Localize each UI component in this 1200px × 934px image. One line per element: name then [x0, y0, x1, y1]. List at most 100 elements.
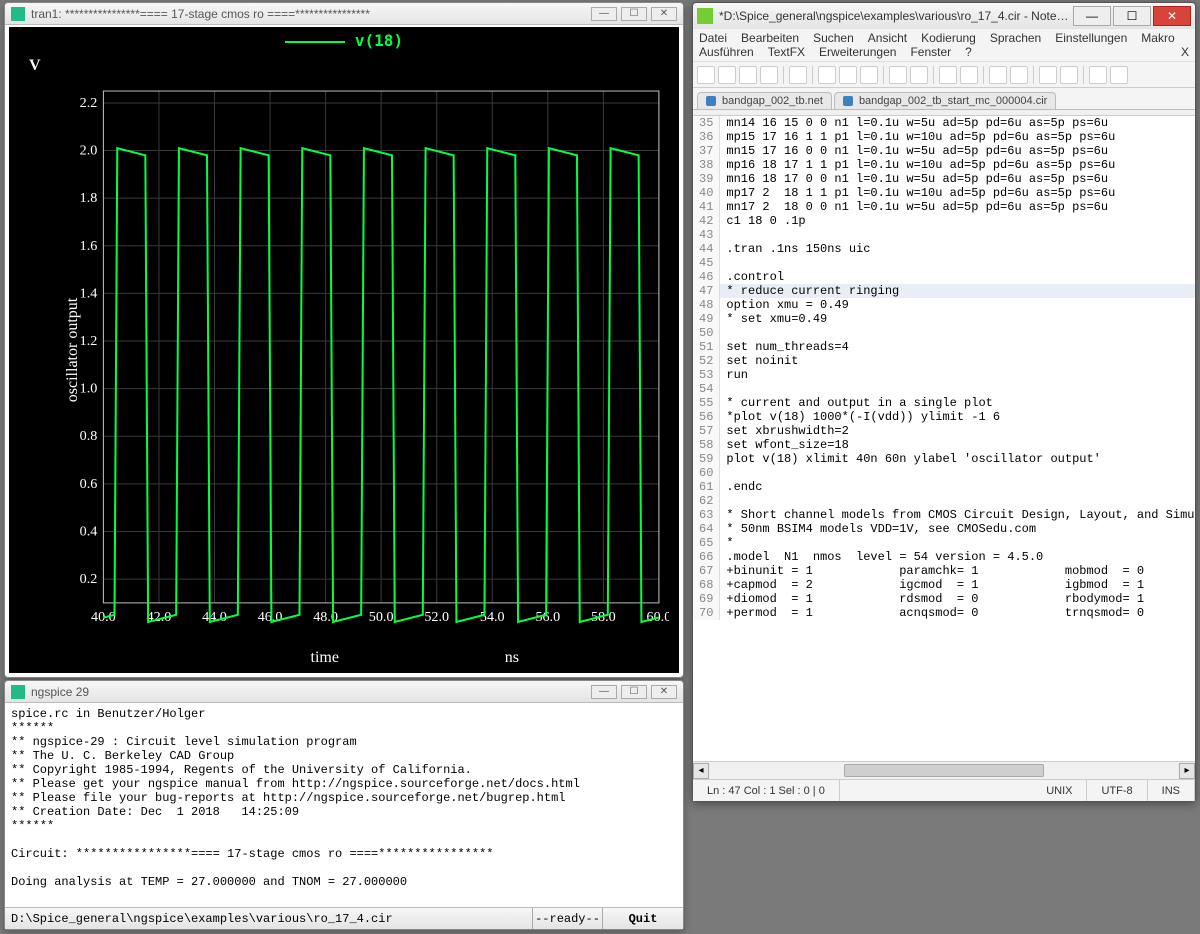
menu-ansicht[interactable]: Ansicht — [868, 31, 907, 45]
print-icon[interactable] — [789, 66, 807, 84]
code-line[interactable]: plot v(18) xlimit 40n 60n ylabel 'oscill… — [720, 452, 1195, 466]
code-line[interactable] — [720, 256, 1195, 270]
code-line[interactable]: +capmod = 2 igcmod = 1 igbmod = 1 — [720, 578, 1195, 592]
menu-einstellungen[interactable]: Einstellungen — [1055, 31, 1127, 45]
close-button[interactable]: ✕ — [1153, 6, 1191, 26]
console-titlebar[interactable]: ngspice 29 — ☐ ✕ — [5, 681, 683, 703]
save-all-icon[interactable] — [760, 66, 778, 84]
code-line[interactable] — [720, 326, 1195, 340]
svg-text:52.0: 52.0 — [424, 609, 449, 625]
plot-x-label: time — [311, 649, 339, 667]
code-line[interactable] — [720, 382, 1195, 396]
code-line[interactable]: * current and output in a single plot — [720, 396, 1195, 410]
close-button[interactable]: ✕ — [651, 685, 677, 699]
npp-titlebar[interactable]: *D:\Spice_general\ngspice\examples\vario… — [693, 3, 1195, 29]
minimize-button[interactable]: — — [591, 685, 617, 699]
plot-titlebar[interactable]: tran1: ****************==== 17-stage cmo… — [5, 3, 683, 25]
code-line[interactable]: .control — [720, 270, 1195, 284]
menu-datei[interactable]: Datei — [699, 31, 727, 45]
code-line[interactable]: mp17 2 18 1 1 p1 l=0.1u w=10u ad=5p pd=6… — [720, 186, 1195, 200]
minimize-button[interactable]: — — [1073, 6, 1111, 26]
code-line[interactable]: mp16 18 17 1 1 p1 l=0.1u w=10u ad=5p pd=… — [720, 158, 1195, 172]
menu-bearbeiten[interactable]: Bearbeiten — [741, 31, 799, 45]
line-number: 38 — [693, 158, 720, 172]
macro-record-icon[interactable] — [1089, 66, 1107, 84]
line-number: 65 — [693, 536, 720, 550]
line-number: 41 — [693, 200, 720, 214]
zoom-out-icon[interactable] — [1010, 66, 1028, 84]
code-line[interactable]: mn14 16 15 0 0 n1 l=0.1u w=5u ad=5p pd=6… — [720, 116, 1195, 130]
show-all-icon[interactable] — [1060, 66, 1078, 84]
console-output[interactable]: spice.rc in Benutzer/Holger ****** ** ng… — [5, 703, 683, 907]
code-line[interactable]: +binunit = 1 paramchk= 1 mobmod = 0 — [720, 564, 1195, 578]
tab-bandgap_002_tb.net[interactable]: bandgap_002_tb.net — [697, 92, 832, 109]
replace-icon[interactable] — [960, 66, 978, 84]
code-line[interactable] — [720, 466, 1195, 480]
menu-ausführen[interactable]: Ausführen — [699, 45, 754, 59]
line-number: 63 — [693, 508, 720, 522]
code-line[interactable]: .tran .1ns 150ns uic — [720, 242, 1195, 256]
code-line[interactable]: * Short channel models from CMOS Circuit… — [720, 508, 1195, 522]
code-line[interactable]: set num_threads=4 — [720, 340, 1195, 354]
copy-icon[interactable] — [839, 66, 857, 84]
save-icon[interactable] — [739, 66, 757, 84]
menu-suchen[interactable]: Suchen — [813, 31, 854, 45]
menu-fenster[interactable]: Fenster — [910, 45, 951, 59]
code-line[interactable]: mn16 18 17 0 0 n1 l=0.1u w=5u ad=5p pd=6… — [720, 172, 1195, 186]
line-number: 46 — [693, 270, 720, 284]
code-line[interactable]: option xmu = 0.49 — [720, 298, 1195, 312]
open-file-icon[interactable] — [718, 66, 736, 84]
code-line[interactable]: .model N1 nmos level = 54 version = 4.5.… — [720, 550, 1195, 564]
menu-?[interactable]: ? — [965, 45, 972, 59]
redo-icon[interactable] — [910, 66, 928, 84]
line-number: 45 — [693, 256, 720, 270]
code-line[interactable]: * reduce current ringing — [720, 284, 1195, 298]
svg-text:0.8: 0.8 — [80, 428, 98, 444]
code-line[interactable]: .endc — [720, 480, 1195, 494]
quit-button[interactable]: Quit — [603, 908, 683, 929]
maximize-button[interactable]: ☐ — [621, 685, 647, 699]
menu-kodierung[interactable]: Kodierung — [921, 31, 976, 45]
code-line[interactable] — [720, 228, 1195, 242]
tab-bandgap_002_tb_start_mc_000004.cir[interactable]: bandgap_002_tb_start_mc_000004.cir — [834, 92, 1056, 109]
code-line[interactable]: * 50nm BSIM4 models VDD=1V, see CMOSedu.… — [720, 522, 1195, 536]
paste-icon[interactable] — [860, 66, 878, 84]
menu-close-doc[interactable]: X — [1181, 45, 1189, 59]
close-button[interactable]: ✕ — [651, 7, 677, 21]
cut-icon[interactable] — [818, 66, 836, 84]
menu-textfx[interactable]: TextFX — [768, 45, 805, 59]
minimize-button[interactable]: — — [591, 7, 617, 21]
menu-sprachen[interactable]: Sprachen — [990, 31, 1041, 45]
code-line[interactable]: * set xmu=0.49 — [720, 312, 1195, 326]
zoom-in-icon[interactable] — [989, 66, 1007, 84]
npp-editor[interactable]: 35mn14 16 15 0 0 n1 l=0.1u w=5u ad=5p pd… — [693, 115, 1195, 761]
npp-horizontal-scrollbar[interactable]: ◂ ▸ — [693, 761, 1195, 779]
line-number: 56 — [693, 410, 720, 424]
code-line[interactable]: mn15 17 16 0 0 n1 l=0.1u w=5u ad=5p pd=6… — [720, 144, 1195, 158]
scroll-left-icon[interactable]: ◂ — [693, 763, 709, 779]
code-line[interactable]: mp15 17 16 1 1 p1 l=0.1u w=10u ad=5p pd=… — [720, 130, 1195, 144]
find-icon[interactable] — [939, 66, 957, 84]
code-line[interactable]: +permod = 1 acnqsmod= 0 trnqsmod= 0 — [720, 606, 1195, 620]
new-file-icon[interactable] — [697, 66, 715, 84]
code-line[interactable]: set xbrushwidth=2 — [720, 424, 1195, 438]
code-line[interactable]: c1 18 0 .1p — [720, 214, 1195, 228]
code-line[interactable]: mn17 2 18 0 0 n1 l=0.1u w=5u ad=5p pd=6u… — [720, 200, 1195, 214]
macro-play-icon[interactable] — [1110, 66, 1128, 84]
code-line[interactable]: +diomod = 1 rdsmod = 0 rbodymod= 1 — [720, 592, 1195, 606]
scroll-thumb[interactable] — [844, 764, 1044, 777]
code-line[interactable]: *plot v(18) 1000*(-I(vdd)) ylimit -1 6 — [720, 410, 1195, 424]
menu-erweiterungen[interactable]: Erweiterungen — [819, 45, 896, 59]
scroll-right-icon[interactable]: ▸ — [1179, 763, 1195, 779]
menu-makro[interactable]: Makro — [1141, 31, 1174, 45]
code-line[interactable]: run — [720, 368, 1195, 382]
undo-icon[interactable] — [889, 66, 907, 84]
maximize-button[interactable]: ☐ — [1113, 6, 1151, 26]
console-statusbar: D:\Spice_general\ngspice\examples\variou… — [5, 907, 683, 929]
code-line[interactable]: set wfont_size=18 — [720, 438, 1195, 452]
code-line[interactable]: * — [720, 536, 1195, 550]
code-line[interactable] — [720, 494, 1195, 508]
maximize-button[interactable]: ☐ — [621, 7, 647, 21]
code-line[interactable]: set noinit — [720, 354, 1195, 368]
wrap-icon[interactable] — [1039, 66, 1057, 84]
